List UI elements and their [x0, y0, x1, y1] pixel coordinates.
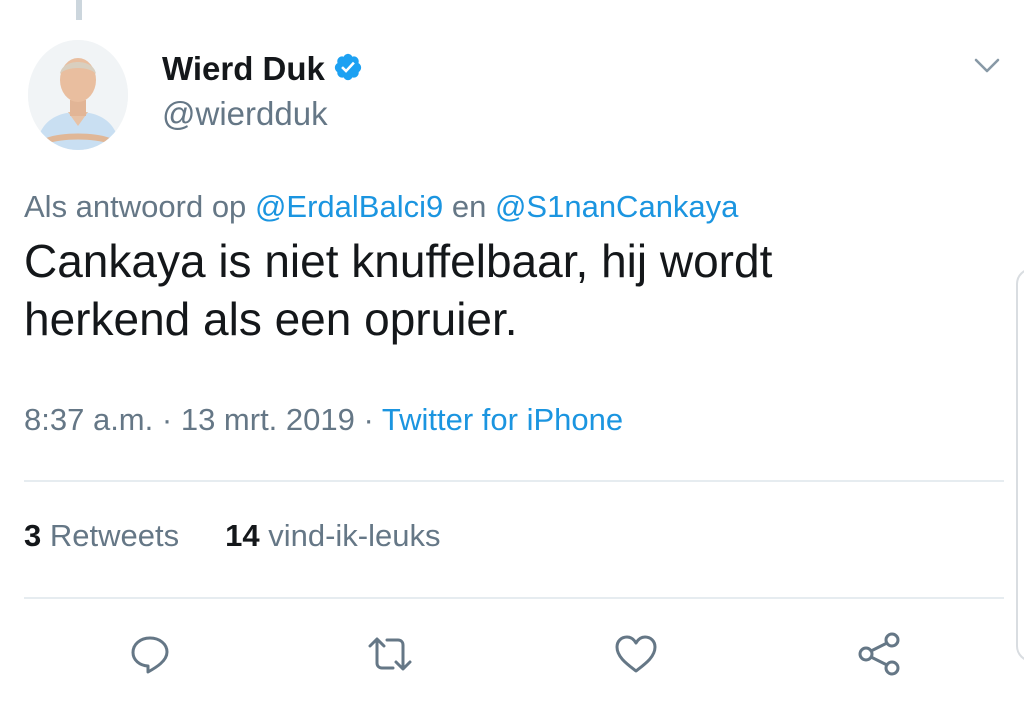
likes-stat[interactable]: 14 vind-ik-leuks: [225, 518, 440, 554]
likes-count: 14: [225, 518, 260, 553]
divider: [24, 597, 1004, 599]
retweet-icon[interactable]: [366, 630, 414, 678]
tweet-source-link[interactable]: Twitter for iPhone: [382, 402, 623, 437]
author-name-row: Wierd Duk: [162, 50, 363, 88]
like-icon[interactable]: [612, 630, 660, 678]
tweet-meta: 8:37 a.m. · 13 mrt. 2019 · Twitter for i…: [24, 402, 623, 438]
verified-badge-icon: [333, 52, 363, 87]
reply-joiner: en: [451, 189, 487, 224]
tweet-text-line: herkend als een opruier.: [24, 293, 518, 345]
retweets-stat[interactable]: 3 Retweets: [24, 518, 179, 554]
tweet-date: 13 mrt. 2019: [180, 402, 355, 437]
retweets-label: Retweets: [49, 518, 180, 553]
mention-link[interactable]: @ErdalBalci9: [255, 189, 443, 224]
share-icon[interactable]: [856, 630, 904, 678]
reply-icon[interactable]: [126, 630, 174, 678]
tweet-text: Cankaya is niet knuffelbaar, hij wordt h…: [24, 232, 924, 348]
author-name[interactable]: Wierd Duk: [162, 50, 325, 88]
reply-prefix: Als antwoord op: [24, 189, 247, 224]
avatar-image: [28, 40, 128, 150]
likes-label: vind-ik-leuks: [268, 518, 441, 553]
tweet-text-line: Cankaya is niet knuffelbaar, hij wordt: [24, 235, 773, 287]
meta-separator: ·: [161, 402, 173, 437]
divider: [24, 480, 1004, 482]
engagement-stats: 3 Retweets 14 vind-ik-leuks: [24, 518, 441, 554]
mention-link[interactable]: @S1nanCankaya: [495, 189, 738, 224]
author-handle[interactable]: @wierdduk: [162, 95, 328, 133]
meta-separator: ·: [363, 402, 374, 437]
avatar[interactable]: [28, 40, 128, 150]
scrollbar[interactable]: [1016, 268, 1024, 662]
chevron-down-icon[interactable]: [972, 54, 1002, 78]
retweets-count: 3: [24, 518, 42, 553]
tweet-time: 8:37 a.m.: [24, 402, 154, 437]
thread-connector-line: [76, 0, 82, 20]
reply-context: Als antwoord op @ErdalBalci9 en @S1nanCa…: [24, 189, 738, 225]
